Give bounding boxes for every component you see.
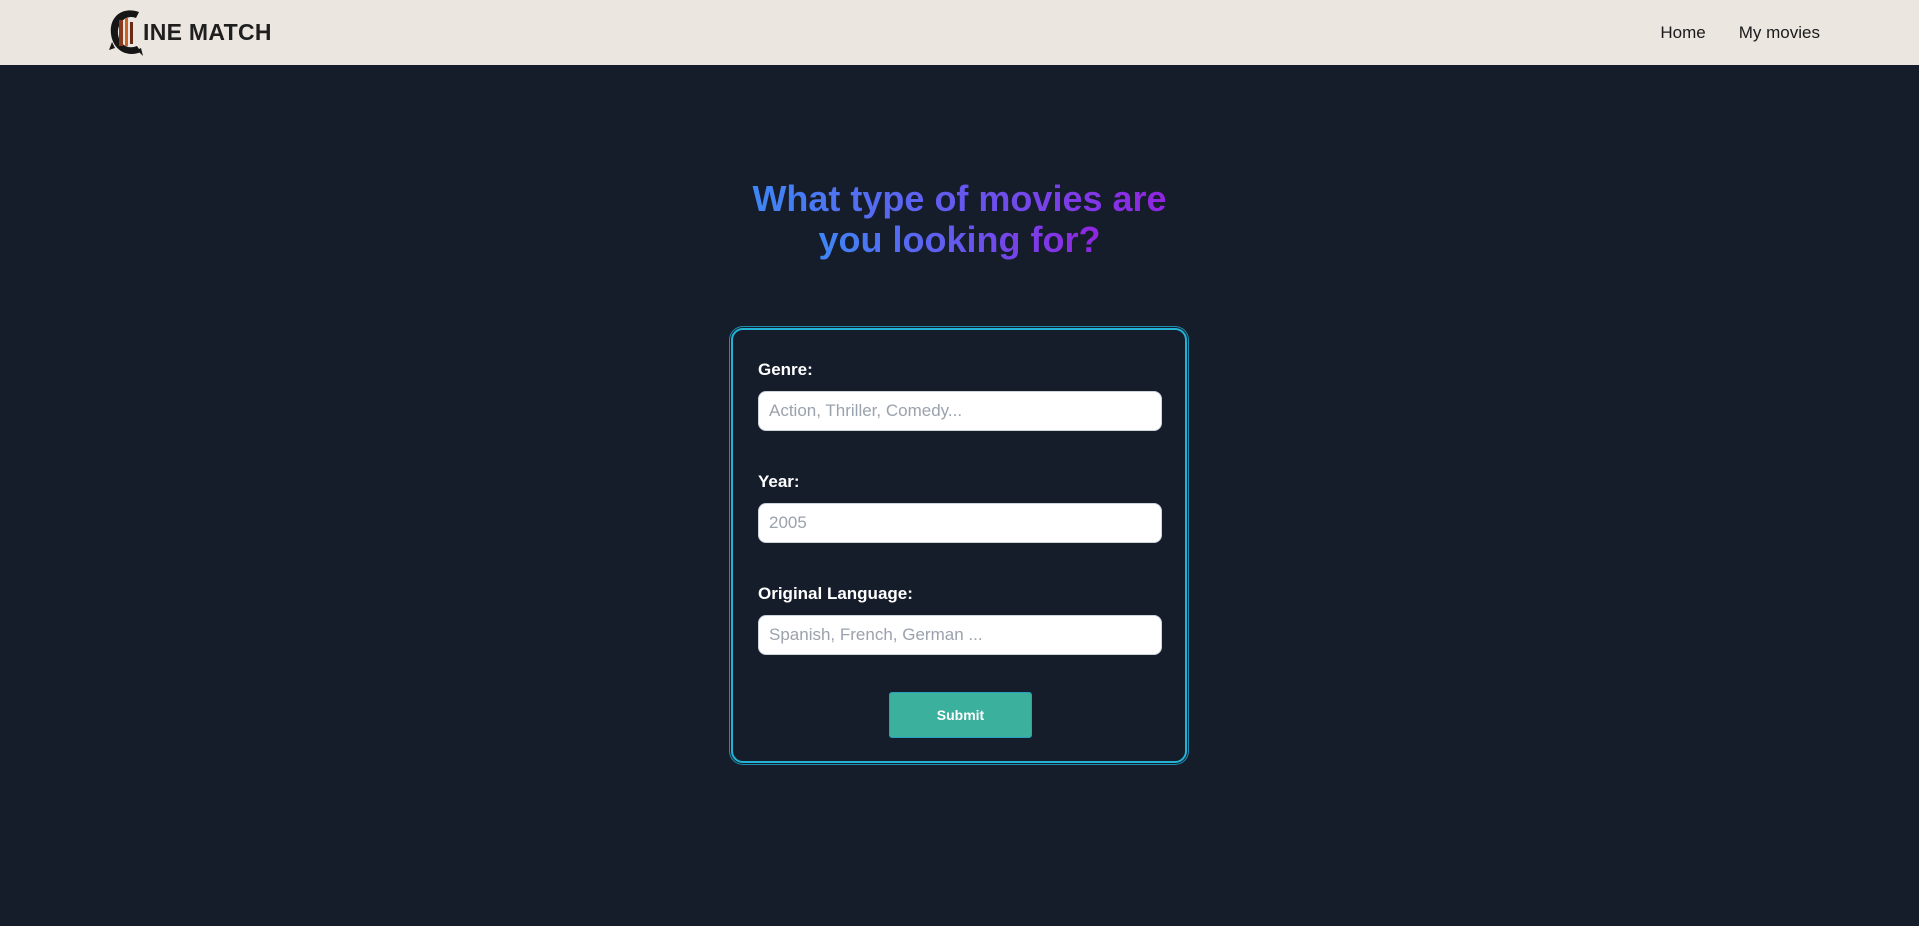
top-navbar: INE MATCH Home My movies — [0, 0, 1919, 65]
language-label: Original Language: — [758, 584, 913, 603]
page-title-line-1: What type of movies are — [752, 178, 1167, 219]
year-label: Year: — [758, 472, 800, 491]
movie-search-form: Genre: Year: Original Language: Submit — [731, 328, 1187, 763]
nav-link-home[interactable]: Home — [1660, 23, 1705, 43]
submit-button[interactable]: Submit — [889, 692, 1032, 738]
language-input[interactable] — [758, 615, 1162, 655]
nav-link-my-movies[interactable]: My movies — [1739, 23, 1820, 43]
film-reel-c-logo-icon — [109, 10, 143, 56]
page-title-line-2: you looking for? — [818, 219, 1101, 260]
brand-logo[interactable]: INE MATCH — [107, 4, 272, 60]
nav-links: Home My movies — [1627, 0, 1820, 65]
brand-name: INE MATCH — [143, 18, 272, 45]
genre-input[interactable] — [758, 391, 1162, 431]
page-title: What type of movies are you looking for? — [0, 178, 1919, 260]
year-input[interactable] — [758, 503, 1162, 543]
genre-label: Genre: — [758, 360, 813, 379]
